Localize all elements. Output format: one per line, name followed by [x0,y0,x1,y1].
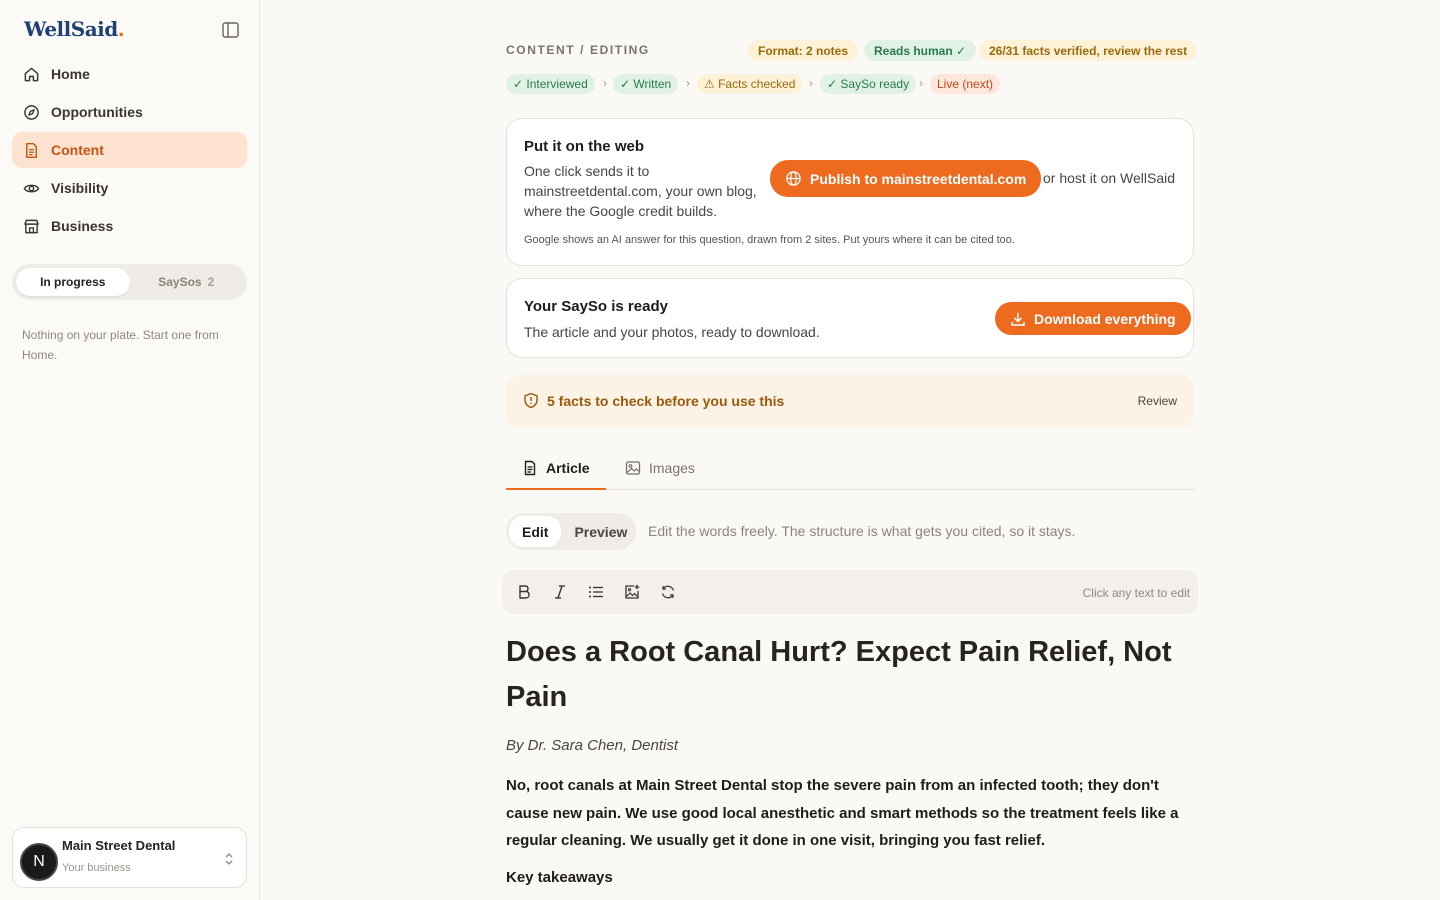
add-image-icon[interactable] [623,583,641,601]
document-icon [524,460,536,476]
sidebar-item-label: Opportunities [51,104,143,120]
edit-mode-button[interactable]: Edit [509,516,562,547]
shield-alert-icon [523,392,539,414]
empty-state-message: Nothing on your plate. Start one from Ho… [22,328,219,362]
image-icon [625,461,641,475]
step-live-next: Live (next) [930,74,1001,94]
download-button-label: Download everything [1034,310,1176,327]
sidebar: WellSaid. Home Opportunities Content Vis… [0,0,260,900]
globe-icon [786,171,801,186]
saysos-count: 2 [207,275,215,289]
publish-card: Put it on the web One click sends it to … [506,118,1194,266]
review-link[interactable]: Review [1138,394,1177,408]
step-sayso-ready: ✓ SaySo ready [820,74,917,94]
app-logo[interactable]: WellSaid. [24,17,125,41]
bullet-list-icon[interactable] [587,583,605,601]
in-progress-tab[interactable]: In progress [16,268,130,296]
ai-answer-note: Google shows an AI answer for this quest… [524,234,1015,246]
format-badge[interactable]: Format: 2 notes [748,40,859,61]
tab-article[interactable]: Article [506,460,606,490]
key-takeaways-heading[interactable]: Key takeaways [506,869,613,886]
edit-hint: Edit the words freely. The structure is … [648,523,1076,539]
sidebar-item-content[interactable]: Content [12,132,247,168]
saysos-tab[interactable]: SaySos 2 [130,268,244,296]
download-everything-button[interactable]: Download everything [995,302,1191,335]
italic-icon[interactable] [551,583,569,601]
compass-icon [22,103,40,121]
step-facts-checked: ⚠ Facts checked [697,74,803,94]
reads-human-badge[interactable]: Reads human ✓ [864,40,977,61]
sayso-card-title: Your SaySo is ready [524,298,668,315]
home-icon [22,65,40,83]
sidebar-nav: Home Opportunities Content Visibility Bu… [12,56,247,246]
tab-images-label: Images [649,460,695,476]
sidebar-item-opportunities[interactable]: Opportunities [12,94,247,130]
facts-to-check-bar[interactable]: 5 facts to check before you use this Rev… [506,375,1194,428]
in-progress-label: In progress [40,275,106,289]
step-separator: › [686,76,690,90]
sayso-ready-card: Your SaySo is ready The article and your… [506,278,1194,358]
sidebar-collapse-icon[interactable] [222,22,239,38]
business-name: Main Street Dental [62,838,176,853]
business-subtitle: Your business [62,862,131,874]
sidebar-item-label: Business [51,218,114,234]
store-icon [22,217,40,235]
chevron-up-down-icon [223,851,235,867]
edit-preview-toggle: Edit Preview [506,513,636,550]
article-title[interactable]: Does a Root Canal Hurt? Expect Pain Reli… [506,630,1194,720]
sidebar-item-visibility[interactable]: Visibility [12,170,247,206]
sidebar-item-home[interactable]: Home [12,56,247,92]
refresh-icon[interactable] [659,583,677,601]
bold-icon[interactable] [515,583,533,601]
content-tabs: Article Images [506,452,1194,490]
publish-card-text: One click sends it to mainstreetdental.c… [524,163,757,219]
toolbar-hint: Click any text to edit [1082,586,1190,600]
article-byline[interactable]: By Dr. Sara Chen, Dentist [506,737,678,754]
document-icon [22,141,40,159]
host-on-wellsaid-link[interactable]: or host it on WellSaid [1043,170,1175,186]
step-separator: › [919,76,923,90]
breadcrumb: CONTENT / EDITING [506,43,650,57]
sidebar-item-label: Home [51,66,90,82]
business-switcher[interactable]: N Main Street Dental Your business [12,827,247,888]
publish-card-title: Put it on the web [524,138,644,155]
facts-verified-badge[interactable]: 26/31 facts verified, review the rest [979,40,1198,61]
avatar: N [20,843,58,881]
step-interviewed: ✓ Interviewed [506,74,595,94]
step-written: ✓ Written [613,74,679,94]
sidebar-item-label: Visibility [51,180,109,196]
step-separator: › [809,76,813,90]
publish-button[interactable]: Publish to mainstreetdental.com [770,160,1042,197]
tab-images[interactable]: Images [609,460,711,490]
content-filter-toggle: In progress SaySos 2 [12,264,247,300]
tab-article-label: Article [546,460,590,476]
sidebar-item-label: Content [51,142,104,158]
publish-button-label: Publish to mainstreetdental.com [810,170,1027,187]
editor-toolbar: Click any text to edit [502,570,1198,614]
preview-mode-button[interactable]: Preview [561,516,640,547]
sayso-card-text: The article and your photos, ready to do… [524,324,820,340]
eye-icon [22,179,40,197]
facts-to-check-label: 5 facts to check before you use this [547,393,785,409]
saysos-label: SaySos [158,275,202,289]
download-icon [1011,312,1025,326]
step-separator: › [603,76,607,90]
article-lede[interactable]: No, root canals at Main Street Dental st… [506,772,1194,855]
sidebar-item-business[interactable]: Business [12,208,247,244]
